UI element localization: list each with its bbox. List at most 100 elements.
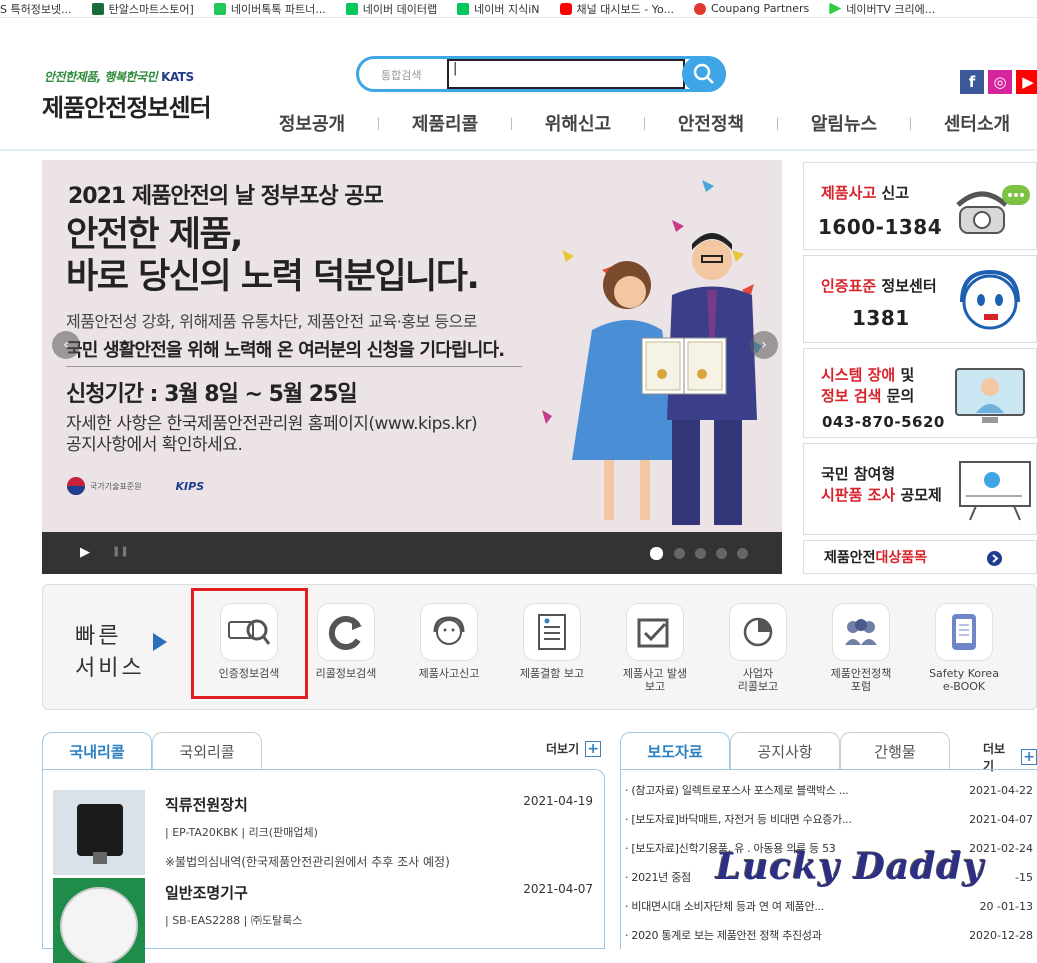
banner-divider [66, 366, 522, 367]
banner-period: 신청기간 : 3월 8일 ~ 5월 25일 [66, 382, 358, 407]
main-banner[interactable]: 2021 제품안전의 날 정부포상 공모 안전한 제품, 바로 당신의 노력 덕분… [42, 160, 782, 574]
press-title: · (참고자료) 일렉트로포스사 포스제로 블랙박스 ... [625, 784, 849, 797]
card-title-text: 문의 [881, 387, 915, 405]
nav-divider: | [775, 116, 780, 130]
slide-dot-active[interactable] [650, 547, 663, 560]
recall-date: 2021-04-19 [523, 794, 593, 808]
accident-report-card[interactable]: 제품사고 신고 1600-1384 [803, 162, 1037, 250]
bookmark-item[interactable]: Coupang Partners [694, 2, 809, 15]
quick-item-ebook[interactable]: Safety Korea e-BOOK [914, 603, 1014, 693]
bookmark-item[interactable]: 네이버TV 크리에... [829, 1, 935, 17]
bookmark-label: 네이버 데이터랩 [362, 2, 438, 16]
recall-title: 직류전원장치 [165, 796, 248, 814]
nav-info[interactable]: 정보공개 [262, 110, 362, 136]
recall-date: 2021-04-07 [523, 882, 593, 896]
support-monitor-icon [955, 368, 1025, 423]
recall-more-link[interactable]: 더보기 + [546, 740, 602, 757]
list-item[interactable]: · (참고자료) 일렉트로포스사 포스제로 블랙박스 ... 2021-04-22 [625, 776, 1037, 804]
quick-label: Safety Korea e-BOOK [929, 667, 999, 693]
card-title-highlight: 제품사고 [821, 184, 877, 202]
banner-next-button[interactable]: › [750, 331, 778, 359]
list-item[interactable]: · 비대면시대 소비자단체 등과 연 여 제품안... 20 -01-13 [625, 892, 1037, 920]
slide-dot[interactable] [737, 548, 748, 559]
store-icon [91, 2, 104, 15]
kats-logo: KATS [161, 70, 194, 84]
quick-label: 사업자 리콜보고 [737, 667, 779, 693]
recall-list: 직류전원장치 2021-04-19 | EP-TA20KBK | 리크(판매업체… [42, 769, 605, 963]
list-item[interactable]: · [보도자료]바닥매트, 자전거 등 비대면 수요증가... 2021-04-0… [625, 805, 1037, 833]
quick-item-business-recall[interactable]: 사업자 리콜보고 [708, 603, 808, 693]
cert-info-card[interactable]: 인증표준 정보센터 1381 [803, 255, 1037, 343]
card-title: 인증표준 정보센터 [821, 276, 937, 297]
business-recall-icon [729, 603, 787, 661]
banner-logos: 국가기술표준원 KIPS [66, 476, 204, 496]
site-title[interactable]: 제품안전정보센터 [42, 88, 212, 123]
tab-press[interactable]: 보도자료 [620, 732, 730, 770]
quick-item-accident-occur[interactable]: 제품사고 발생 보고 [605, 603, 705, 693]
public-survey-card[interactable]: 국민 참여형 시판품 조사 공모제 [803, 443, 1037, 535]
tab-publication[interactable]: 간행물 [840, 732, 950, 770]
ebook-icon [935, 603, 993, 661]
bookmark-item[interactable]: 채널 대시보드 - Yo... [559, 1, 674, 17]
card-title-highlight: 정보 검색 [821, 387, 882, 405]
search-bar: 통합검색 | [356, 56, 726, 92]
search-button[interactable] [682, 56, 726, 92]
card-title: 시스템 장애 및 정보 검색 문의 [821, 365, 914, 407]
nav-policy[interactable]: 안전정책 [661, 110, 761, 136]
bookmark-item[interactable]: 네이버 지식iN [457, 1, 540, 17]
search-input[interactable]: | [447, 59, 685, 89]
site-header: 안전한제품, 행복한국민 KATS 제품안전정보센터 통합검색 | f ◎ ▶ 정… [0, 18, 1037, 151]
navertv-icon [829, 2, 842, 15]
slide-dot[interactable] [695, 548, 706, 559]
system-support-card[interactable]: 시스템 장애 및 정보 검색 문의 043-870-5620 [803, 348, 1037, 438]
slide-dot[interactable] [674, 548, 685, 559]
accident-occur-icon [626, 603, 684, 661]
bookmark-item[interactable]: 네이버톡톡 파트너... [213, 1, 326, 17]
list-item[interactable]: · 2020 통계로 보는 제품안전 정책 추진성과 2020-12-28 [625, 921, 1037, 949]
nav-recall[interactable]: 제품리콜 [395, 110, 495, 136]
accident-report-icon [420, 603, 478, 661]
recall-product-image [53, 790, 145, 875]
play-icon[interactable]: ▶ [80, 545, 90, 560]
banner-prev-button[interactable]: ‹ [52, 331, 80, 359]
pause-icon[interactable]: ❚❚ [112, 546, 129, 557]
tab-foreign-recall[interactable]: 국외리콜 [152, 732, 262, 770]
nav-divider: | [642, 116, 647, 130]
target-highlight: 대상품목 [875, 550, 928, 566]
card-title: 제품사고 신고 [821, 183, 909, 204]
recall-tabs: 국내리콜 국외리콜 [42, 732, 262, 770]
recall-product-image [53, 878, 145, 963]
banner-desc: 제품안전성 강화, 위해제품 유통차단, 제품안전 교육·홍보 등으로 [66, 312, 478, 331]
nav-report[interactable]: 위해신고 [528, 110, 628, 136]
press-title: · 비대면시대 소비자단체 등과 연 여 제품안... [625, 900, 824, 913]
more-label: 더보기 [546, 742, 580, 756]
bookmark-item[interactable]: S 특허정보넷... [0, 1, 72, 17]
recall-note: ※불법의심내역(한국제품안전관리원에서 추후 조사 예정) [165, 855, 450, 869]
bookmark-label: 네이버 지식iN [474, 2, 540, 16]
instagram-icon[interactable]: ◎ [988, 70, 1012, 94]
quick-item-defect-report[interactable]: 제품결함 보고 [502, 603, 602, 680]
search-icon [693, 63, 714, 84]
quick-item-forum[interactable]: 제품안전정책 포럼 [811, 603, 911, 693]
quick-item-accident-report[interactable]: 제품사고신고 [399, 603, 499, 680]
card-title-text: 및 [895, 366, 915, 384]
list-item[interactable]: 일반조명기구 2021-04-07 | SB-EAS2288 | ㈜도탈룩스 [53, 878, 593, 963]
youtube-icon[interactable]: ▶ [1016, 70, 1037, 94]
facebook-icon[interactable]: f [960, 70, 984, 94]
card-title-text: 공모제 [895, 486, 942, 504]
nav-news[interactable]: 알림뉴스 [794, 110, 894, 136]
quick-item-recall-search[interactable]: 리콜정보검색 [296, 603, 396, 680]
tab-domestic-recall[interactable]: 국내리콜 [42, 732, 152, 770]
card-title-text: 정보센터 [876, 277, 937, 295]
bookmark-item[interactable]: 네이버 데이터랩 [345, 1, 438, 17]
slide-dot[interactable] [716, 548, 727, 559]
telephone-icon [956, 185, 1030, 234]
card-title-highlight: 인증표준 [821, 277, 877, 295]
target-products-link[interactable]: 제품안전 대상품목 [803, 540, 1037, 574]
tab-notice[interactable]: 공지사항 [730, 732, 840, 770]
nav-divider: | [908, 116, 913, 130]
list-item[interactable]: 직류전원장치 2021-04-19 | EP-TA20KBK | 리크(판매업체… [53, 790, 593, 875]
logo-tagline[interactable]: 안전한제품, 행복한국민 KATS [44, 68, 194, 85]
nav-about[interactable]: 센터소개 [927, 110, 1027, 136]
bookmark-item[interactable]: 탄알스마트스토어] [91, 1, 194, 17]
